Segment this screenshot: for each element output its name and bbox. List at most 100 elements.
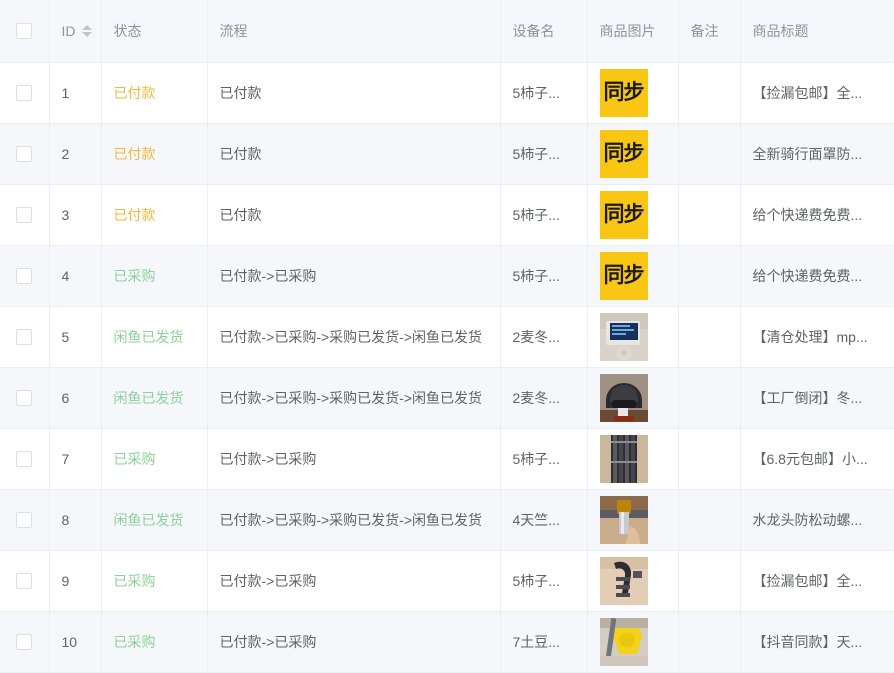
row-image-cell (587, 306, 679, 368)
row-title: 给个快递费免费... (740, 245, 894, 307)
product-image-thumbnail[interactable] (599, 495, 648, 544)
product-image-thumbnail[interactable] (599, 434, 648, 483)
row-device-text: 5柿子... (512, 206, 560, 223)
row-title-text: 【工厂倒闭】冬... (752, 389, 863, 406)
row-id-text: 4 (61, 267, 70, 284)
row-note (678, 611, 741, 673)
row-note (678, 245, 741, 307)
row-image-cell: 同步 (587, 184, 679, 246)
row-device: 5柿子... (500, 245, 588, 307)
select-all-checkbox[interactable] (16, 23, 33, 40)
row-device-text: 5柿子... (512, 572, 560, 589)
row-id: 10 (49, 611, 102, 673)
row-flow-text: 已付款->已采购 (219, 572, 317, 589)
product-image-sync-badge[interactable]: 同步 (599, 251, 648, 300)
product-image-thumbnail[interactable] (599, 556, 648, 605)
row-checkbox[interactable] (16, 573, 33, 590)
row-status-text: 闲鱼已发货 (113, 328, 184, 345)
row-image-cell (587, 611, 679, 673)
row-select-cell (0, 245, 50, 307)
row-checkbox[interactable] (16, 146, 33, 163)
table-row[interactable]: 8 闲鱼已发货 已付款->已采购->采购已发货->闲鱼已发货 4天竺... 水龙头防松动… (0, 489, 894, 551)
row-id-text: 8 (61, 511, 70, 528)
table-row[interactable]: 7 已采购 已付款->已采购 5柿子... 【6.8元包邮】小... (0, 428, 894, 490)
order-table-container: ID 状态 流程 设备名 商品图片 备注 商品标题 1 已付款 已付款 5柿子... 同… (0, 0, 894, 673)
row-status: 已采购 (101, 550, 208, 612)
row-id: 4 (49, 245, 102, 307)
product-image-sync-badge[interactable]: 同步 (599, 129, 648, 178)
row-checkbox[interactable] (16, 634, 33, 651)
row-flow-text: 已付款 (219, 84, 262, 101)
row-checkbox[interactable] (16, 329, 33, 346)
table-row[interactable]: 3 已付款 已付款 5柿子... 同步 给个快递费免费... (0, 184, 894, 246)
row-title: 【捡漏包邮】全... (740, 62, 894, 124)
row-flow: 已付款 (207, 184, 501, 246)
row-flow-text: 已付款->已采购->采购已发货->闲鱼已发货 (219, 328, 483, 345)
row-id-text: 2 (61, 145, 70, 162)
header-id[interactable]: ID (49, 0, 102, 63)
header-select-all-cell (0, 0, 50, 63)
header-image[interactable]: 商品图片 (587, 0, 679, 63)
row-checkbox[interactable] (16, 268, 33, 285)
header-note[interactable]: 备注 (678, 0, 741, 63)
product-image-thumbnail[interactable] (599, 617, 648, 666)
row-checkbox[interactable] (16, 207, 33, 224)
row-checkbox[interactable] (16, 390, 33, 407)
row-id: 7 (49, 428, 102, 490)
row-title-text: 【6.8元包邮】小... (752, 450, 868, 467)
product-image-thumbnail[interactable] (599, 312, 648, 361)
table-row[interactable]: 2 已付款 已付款 5柿子... 同步 全新骑行面罩防... (0, 123, 894, 185)
table-row[interactable]: 4 已采购 已付款->已采购 5柿子... 同步 给个快递费免费... (0, 245, 894, 307)
row-image-cell: 同步 (587, 245, 679, 307)
row-status-text: 已付款 (113, 206, 156, 223)
row-flow-text: 已付款 (219, 206, 262, 223)
row-id: 9 (49, 550, 102, 612)
row-status-text: 已付款 (113, 145, 156, 162)
row-id-text: 7 (61, 450, 70, 467)
row-device: 5柿子... (500, 550, 588, 612)
row-status-text: 闲鱼已发货 (113, 389, 184, 406)
row-image-cell (587, 428, 679, 490)
row-image-cell: 同步 (587, 62, 679, 124)
row-status: 已采购 (101, 245, 208, 307)
table-row[interactable]: 10 已采购 已付款->已采购 7土豆... 【抖音同款】天... (0, 611, 894, 673)
product-image-sync-badge[interactable]: 同步 (599, 190, 648, 239)
table-row[interactable]: 5 闲鱼已发货 已付款->已采购->采购已发货->闲鱼已发货 2麦冬... 【清仓处理】… (0, 306, 894, 368)
table-body: 1 已付款 已付款 5柿子... 同步 【捡漏包邮】全... 2 已付款 已付款 5柿子... 同步… (0, 62, 894, 673)
row-id-text: 9 (61, 572, 70, 589)
caret-up-icon (81, 24, 92, 30)
product-image-sync-badge[interactable]: 同步 (599, 68, 648, 117)
row-device: 5柿子... (500, 184, 588, 246)
row-id-text: 5 (61, 328, 70, 345)
row-device-text: 4天竺... (512, 511, 560, 528)
row-select-cell (0, 489, 50, 551)
row-checkbox[interactable] (16, 451, 33, 468)
row-image-cell: 同步 (587, 123, 679, 185)
header-flow[interactable]: 流程 (207, 0, 501, 63)
product-image-thumbnail[interactable] (599, 373, 648, 422)
row-device: 5柿子... (500, 123, 588, 185)
header-status[interactable]: 状态 (101, 0, 208, 63)
order-table: ID 状态 流程 设备名 商品图片 备注 商品标题 1 已付款 已付款 5柿子... 同… (0, 0, 894, 673)
sync-badge-label: 同步 (603, 80, 645, 104)
row-title: 水龙头防松动螺... (740, 489, 894, 551)
header-row: ID 状态 流程 设备名 商品图片 备注 商品标题 (0, 0, 894, 63)
row-flow: 已付款->已采购->采购已发货->闲鱼已发货 (207, 489, 501, 551)
table-header: ID 状态 流程 设备名 商品图片 备注 商品标题 (0, 0, 894, 63)
row-device-text: 2麦冬... (512, 389, 560, 406)
table-row[interactable]: 6 闲鱼已发货 已付款->已采购->采购已发货->闲鱼已发货 2麦冬... 【工厂倒闭】… (0, 367, 894, 429)
row-id-text: 1 (61, 84, 70, 101)
row-checkbox[interactable] (16, 512, 33, 529)
header-device[interactable]: 设备名 (500, 0, 588, 63)
row-device-text: 5柿子... (512, 450, 560, 467)
row-device: 2麦冬... (500, 306, 588, 368)
row-checkbox[interactable] (16, 85, 33, 102)
table-row[interactable]: 1 已付款 已付款 5柿子... 同步 【捡漏包邮】全... (0, 62, 894, 124)
row-status-text: 已采购 (113, 633, 156, 650)
table-row[interactable]: 9 已采购 已付款->已采购 5柿子... 【捡漏包邮】全... (0, 550, 894, 612)
row-id-text: 10 (61, 633, 78, 650)
row-id: 5 (49, 306, 102, 368)
sort-toggle-icon[interactable] (81, 24, 92, 38)
header-title[interactable]: 商品标题 (740, 0, 894, 63)
row-status: 闲鱼已发货 (101, 306, 208, 368)
